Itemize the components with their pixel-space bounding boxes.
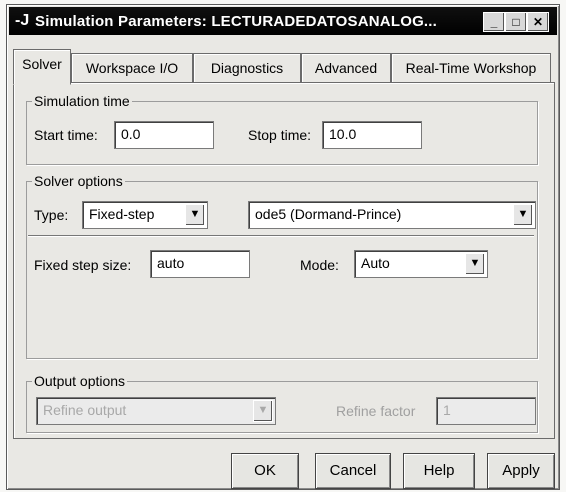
solver-type-value: Fixed-step: [89, 206, 155, 222]
tab-real-time-workshop[interactable]: Real-Time Workshop: [391, 53, 551, 82]
mode-value: Auto: [361, 255, 390, 271]
chevron-down-icon[interactable]: ▼: [465, 253, 485, 275]
solver-method-value: ode5 (Dormand-Prince): [255, 206, 402, 222]
window-title: Simulation Parameters: LECTURADEDATOSANA…: [35, 13, 438, 30]
ok-button[interactable]: OK: [231, 453, 299, 489]
maximize-button[interactable]: □: [505, 12, 527, 32]
start-time-label: Start time:: [34, 127, 98, 143]
simulation-parameters-window: -J Simulation Parameters: LECTURADEDATOS…: [6, 4, 560, 490]
stop-time-label: Stop time:: [248, 127, 312, 143]
minimize-button[interactable]: _: [483, 12, 505, 32]
solver-type-dropdown[interactable]: Fixed-step ▼: [82, 201, 208, 229]
solver-method-dropdown[interactable]: ode5 (Dormand-Prince) ▼: [248, 201, 536, 229]
refine-factor-label: Refine factor: [336, 403, 416, 419]
apply-button[interactable]: Apply: [487, 453, 555, 489]
cancel-button[interactable]: Cancel: [315, 453, 391, 489]
solver-panel: Simulation time Start time: 0.0 Stop tim…: [13, 82, 555, 439]
tab-diagnostics[interactable]: Diagnostics: [193, 53, 301, 82]
tab-workspace-io[interactable]: Workspace I/O: [71, 53, 193, 82]
refine-factor-input[interactable]: 1: [436, 397, 536, 425]
output-options-label: Output options: [32, 373, 128, 389]
chevron-down-icon[interactable]: ▼: [513, 204, 533, 226]
tab-advanced[interactable]: Advanced: [301, 53, 391, 82]
close-button[interactable]: ✕: [527, 12, 549, 32]
mode-label: Mode:: [300, 257, 339, 273]
solver-divider: [28, 235, 534, 237]
start-time-input[interactable]: 0.0: [114, 121, 214, 149]
chevron-down-icon[interactable]: ▼: [185, 204, 205, 226]
simulation-time-label: Simulation time: [32, 93, 132, 109]
solver-options-label: Solver options: [32, 173, 125, 189]
tab-solver[interactable]: Solver: [13, 49, 71, 85]
refine-output-dropdown[interactable]: Refine output ▼: [36, 397, 276, 425]
fixed-step-size-label: Fixed step size:: [34, 257, 132, 273]
help-button[interactable]: Help: [403, 453, 475, 489]
fixed-step-size-input[interactable]: auto: [150, 250, 250, 278]
mode-dropdown[interactable]: Auto ▼: [354, 250, 488, 278]
chevron-down-icon[interactable]: ▼: [253, 400, 273, 422]
refine-output-value: Refine output: [43, 402, 127, 418]
simulink-icon: -J: [15, 12, 30, 29]
title-bar[interactable]: -J Simulation Parameters: LECTURADEDATOS…: [9, 7, 557, 35]
stop-time-input[interactable]: 10.0: [322, 121, 422, 149]
type-label: Type:: [34, 207, 69, 223]
